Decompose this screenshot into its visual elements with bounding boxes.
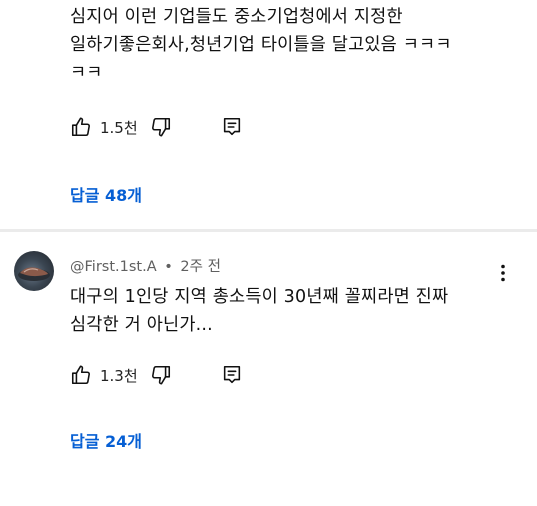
like-count: 1.3천 xyxy=(100,366,138,385)
comment-actions: 1.5천 xyxy=(70,112,243,142)
comment-text: 심지어 이런 기업들도 중소기업청에서 지정한 일하기좋은회사,청년기업 타이틀… xyxy=(70,3,517,87)
comment-text-line: 심각한 거 아닌가... xyxy=(70,315,213,335)
thumbs-down-icon[interactable] xyxy=(150,116,172,138)
divider xyxy=(0,229,537,232)
comment-reply-icon[interactable] xyxy=(221,116,243,138)
like-count: 1.5천 xyxy=(100,118,138,137)
comment-text-line: 일하기좋은회사,청년기업 타이틀을 달고있음 ㅋㅋㅋ xyxy=(70,35,452,55)
comment-text-line: ㅋㅋ xyxy=(70,63,103,83)
comment-text: 대구의 1인당 지역 총소득이 30년째 꼴찌라면 진짜 심각한 거 아닌가..… xyxy=(70,283,517,339)
view-replies-link[interactable]: 답글 24개 xyxy=(70,428,142,452)
comment-reply-icon[interactable] xyxy=(221,364,243,386)
avatar[interactable] xyxy=(14,251,54,291)
thumbs-up-icon[interactable] xyxy=(70,364,92,386)
thumbs-down-icon[interactable] xyxy=(150,364,172,386)
more-vertical-icon[interactable] xyxy=(495,262,511,284)
timestamp: 2주 전 xyxy=(180,259,221,275)
comment-actions: 1.3천 xyxy=(70,360,243,390)
comment-text-line: 대구의 1인당 지역 총소득이 30년째 꼴찌라면 진짜 xyxy=(70,287,449,307)
view-replies-link[interactable]: 답글 48개 xyxy=(70,182,142,206)
comment-text-line: 심지어 이런 기업들도 중소기업청에서 지정한 xyxy=(70,7,403,27)
thumbs-up-icon[interactable] xyxy=(70,116,92,138)
separator: • xyxy=(164,259,173,275)
author-name[interactable]: @First.1st.A xyxy=(70,259,157,275)
comment-header: @First.1st.A • 2주 전 xyxy=(70,255,221,276)
